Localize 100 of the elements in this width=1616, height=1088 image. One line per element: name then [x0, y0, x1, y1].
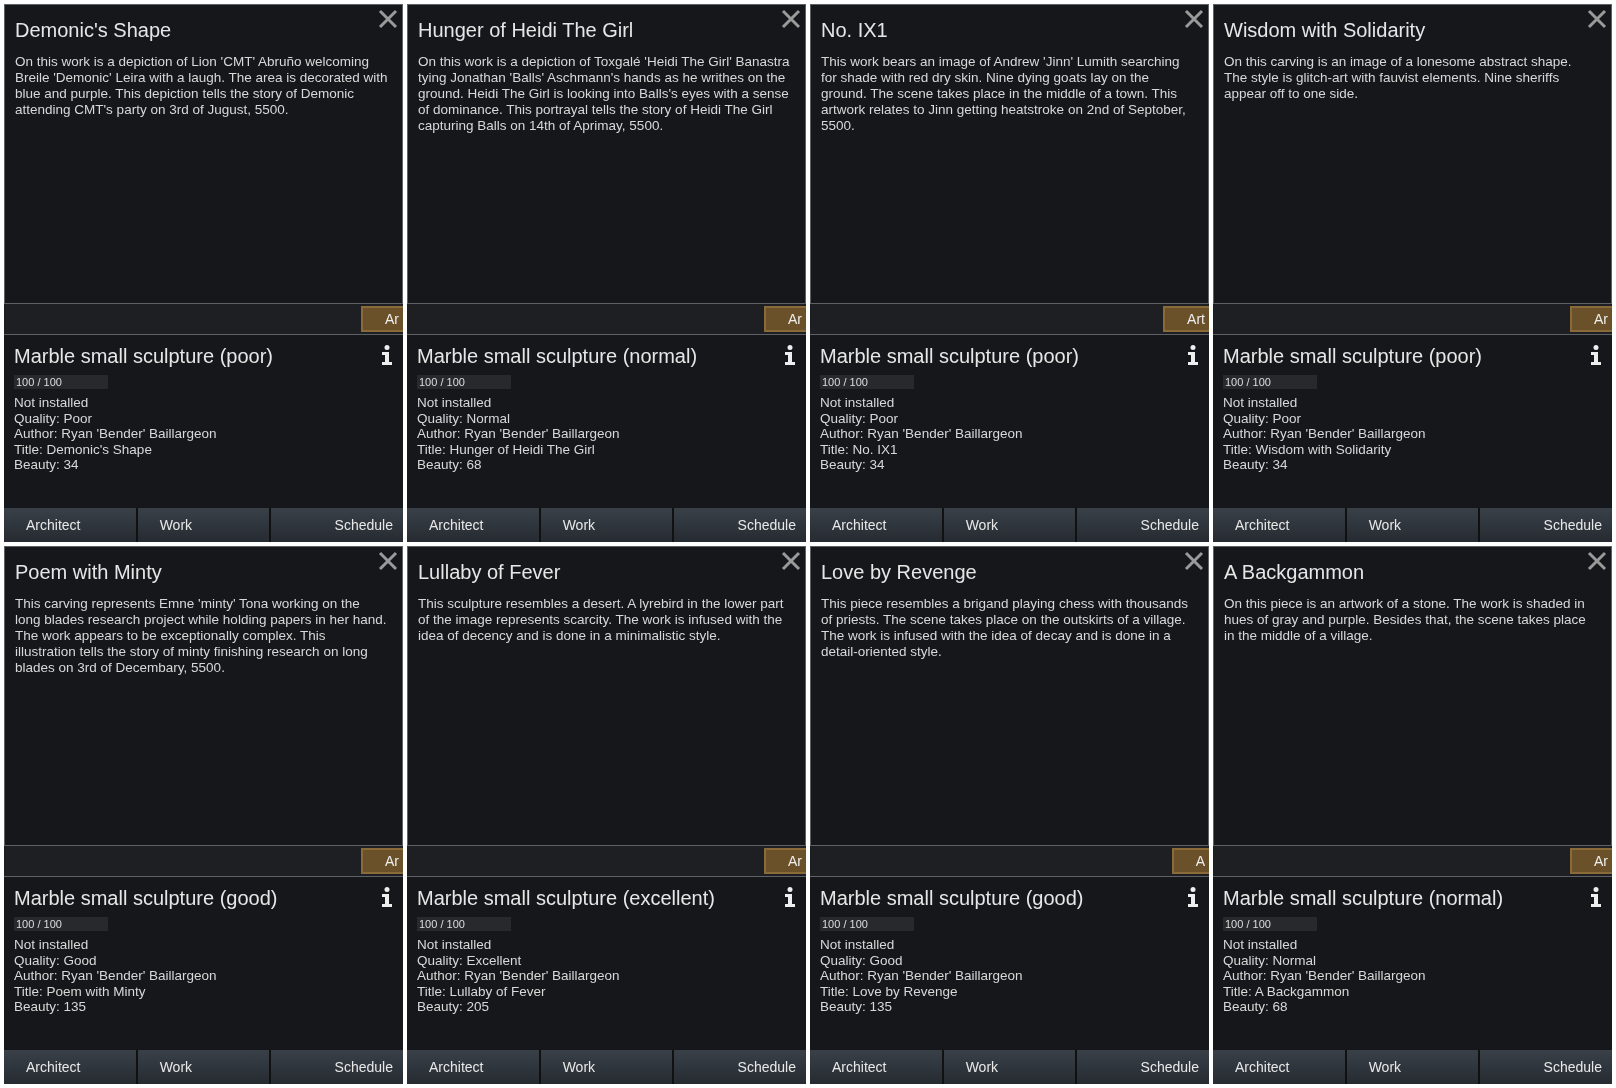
- menu-tab[interactable]: Work: [943, 1050, 1076, 1084]
- menu-tab[interactable]: Work: [943, 508, 1076, 542]
- menu-tab[interactable]: Schedule: [674, 508, 806, 542]
- info-line: Not installed: [14, 937, 90, 953]
- menu-tab[interactable]: Architect: [1213, 508, 1345, 542]
- art-button[interactable]: A: [1171, 848, 1209, 874]
- info-icon[interactable]: [381, 345, 393, 365]
- info-line: Beauty: 68: [1223, 999, 1289, 1015]
- artwork-description: This piece resembles a brigand playing chess with thousands of priests. The scene takes place on the outskirts of a village. The work is infused with the idea of decay and is done in a detail-oriented style.: [821, 596, 1189, 660]
- info-line: Not installed: [14, 395, 90, 411]
- art-button[interactable]: Ar: [764, 306, 806, 332]
- info-line: Beauty: 135: [820, 999, 894, 1015]
- info-line: Quality: Excellent: [417, 952, 523, 968]
- info-icon[interactable]: [784, 345, 796, 365]
- artwork-title: A Backgammon: [1224, 561, 1366, 584]
- close-icon[interactable]: [781, 9, 801, 29]
- info-line: Title: Lullaby of Fever: [417, 983, 547, 999]
- menu-tab[interactable]: Schedule: [271, 1050, 403, 1084]
- menu-tab[interactable]: Architect: [4, 1050, 136, 1084]
- info-line: Not installed: [820, 937, 896, 953]
- artwork-description: On this work is a depiction of Lion 'CMT' Abruño welcoming Breile 'Demonic' Leira with a laugh. The area is decorated with blue and purple. This depiction tells the story of Demonic attending CMT's party on 3rd of Jugust, 5500.: [15, 54, 389, 118]
- hit-points-bar: 100 / 100: [14, 375, 108, 389]
- info-line: Beauty: 68: [417, 457, 483, 473]
- hit-points-bar: 100 / 100: [417, 375, 511, 389]
- info-line: Author: Ryan 'Bender' Baillargeon: [820, 968, 1024, 984]
- info-line: Quality: Good: [14, 952, 98, 968]
- art-button[interactable]: Ar: [1570, 848, 1612, 874]
- close-icon[interactable]: [1587, 9, 1607, 29]
- menu-tab[interactable]: Schedule: [1077, 1050, 1209, 1084]
- info-line: Not installed: [417, 395, 493, 411]
- artwork-description: This sculpture resembles a desert. A lyrebird in the lower part of the image represents scarcity. The work is infused with the idea of decency and is done in a minimalistic style.: [418, 596, 785, 644]
- info-line: Author: Ryan 'Bender' Baillargeon: [417, 426, 621, 442]
- info-line: Not installed: [1223, 937, 1299, 953]
- art-button[interactable]: Ar: [764, 848, 806, 874]
- hit-points-bar: 100 / 100: [820, 917, 914, 931]
- info-icon[interactable]: [1187, 345, 1199, 365]
- info-line: Not installed: [417, 937, 493, 953]
- art-button[interactable]: Ar: [361, 848, 403, 874]
- item-name: Marble small sculpture (poor): [1223, 345, 1483, 368]
- info-icon[interactable]: [1590, 345, 1602, 365]
- close-icon[interactable]: [1184, 9, 1204, 29]
- info-line: Author: Ryan 'Bender' Baillargeon: [1223, 426, 1427, 442]
- artwork-title: Demonic's Shape: [15, 19, 173, 42]
- info-icon[interactable]: [784, 887, 796, 907]
- info-line: Title: Wisdom with Solidarity: [1223, 441, 1393, 457]
- artwork-title: Lullaby of Fever: [418, 561, 562, 584]
- hit-points-bar: 100 / 100: [1223, 375, 1317, 389]
- info-line: Author: Ryan 'Bender' Baillargeon: [820, 426, 1024, 442]
- menu-tab[interactable]: Architect: [810, 508, 942, 542]
- item-name: Marble small sculpture (good): [820, 887, 1085, 910]
- artwork-title: Poem with Minty: [15, 561, 163, 584]
- info-line: Author: Ryan 'Bender' Baillargeon: [417, 968, 621, 984]
- info-line: Quality: Poor: [1223, 410, 1303, 426]
- menu-tab[interactable]: Work: [540, 508, 673, 542]
- info-line: Beauty: 135: [14, 999, 88, 1015]
- artwork-description: This carving represents Emne 'minty' Tona working on the long blades research project while holding papers in her hand. The work appears to be exceptionally complex. This illustration tells the story of minty finishing research on long blades on 3rd of Decembary, 5500.: [15, 596, 388, 676]
- artwork-description: On this work is a depiction of Toxgalé 'Heidi The Girl' Banastra tying Jonathan 'Balls' Aschmann's hands as he writhes on the ground. Heidi The Girl is looking into Balls's eyes with a sense of dominance. This portrayal tells the story of Heidi The Girl capturing Balls on 14th of Aprimay, 5500.: [418, 54, 791, 134]
- menu-tab[interactable]: Work: [137, 1050, 270, 1084]
- info-line: Author: Ryan 'Bender' Baillargeon: [14, 426, 218, 442]
- info-icon[interactable]: [1590, 887, 1602, 907]
- artwork-description: On this piece is an artwork of a stone. The work is shaded in hues of gray and purple. Besides that, the scene takes place in the middle of a village.: [1224, 596, 1587, 644]
- close-icon[interactable]: [781, 551, 801, 571]
- info-line: Title: Demonic's Shape: [14, 441, 153, 457]
- info-line: Beauty: 34: [14, 457, 80, 473]
- close-icon[interactable]: [378, 551, 398, 571]
- menu-tab[interactable]: Schedule: [1480, 1050, 1612, 1084]
- artwork-title: Hunger of Heidi The Girl: [418, 19, 635, 42]
- item-name: Marble small sculpture (normal): [1223, 887, 1505, 910]
- info-line: Quality: Poor: [820, 410, 900, 426]
- menu-tab[interactable]: Architect: [4, 508, 136, 542]
- art-button[interactable]: Art: [1163, 306, 1209, 332]
- menu-tab[interactable]: Architect: [810, 1050, 942, 1084]
- info-line: Not installed: [820, 395, 896, 411]
- info-line: Title: No. IX1: [820, 441, 899, 457]
- menu-tab[interactable]: Work: [1346, 1050, 1479, 1084]
- item-name: Marble small sculpture (poor): [14, 345, 274, 368]
- info-line: Title: A Backgammon: [1223, 983, 1351, 999]
- menu-tab[interactable]: Architect: [1213, 1050, 1345, 1084]
- close-icon[interactable]: [378, 9, 398, 29]
- hit-points-bar: 100 / 100: [1223, 917, 1317, 931]
- menu-tab[interactable]: Schedule: [271, 508, 403, 542]
- artwork-title: No. IX1: [821, 19, 889, 42]
- item-name: Marble small sculpture (normal): [417, 345, 699, 368]
- menu-tab[interactable]: Architect: [407, 508, 539, 542]
- menu-tab[interactable]: Architect: [407, 1050, 539, 1084]
- menu-tab[interactable]: Work: [137, 508, 270, 542]
- close-icon[interactable]: [1587, 551, 1607, 571]
- menu-tab[interactable]: Schedule: [1077, 508, 1209, 542]
- info-line: Beauty: 34: [820, 457, 886, 473]
- menu-tab[interactable]: Schedule: [1480, 508, 1612, 542]
- artwork-title: Wisdom with Solidarity: [1224, 19, 1427, 42]
- info-line: Title: Hunger of Heidi The Girl: [417, 441, 596, 457]
- menu-tab[interactable]: Work: [540, 1050, 673, 1084]
- info-icon[interactable]: [1187, 887, 1199, 907]
- info-icon[interactable]: [381, 887, 393, 907]
- art-button[interactable]: Ar: [361, 306, 403, 332]
- art-button[interactable]: Ar: [1570, 306, 1612, 332]
- menu-tab[interactable]: Work: [1346, 508, 1479, 542]
- close-icon[interactable]: [1184, 551, 1204, 571]
- menu-tab[interactable]: Schedule: [674, 1050, 806, 1084]
